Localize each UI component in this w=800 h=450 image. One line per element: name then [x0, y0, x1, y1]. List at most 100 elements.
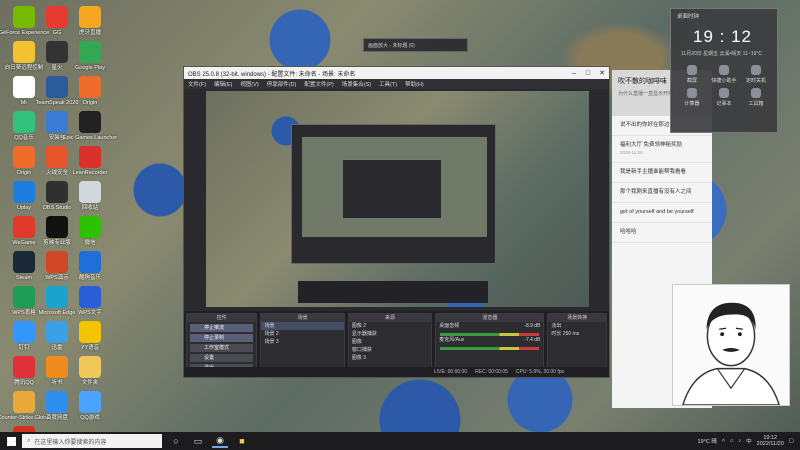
tray-arrow-icon[interactable]: ˄	[722, 438, 725, 444]
start-button[interactable]	[0, 432, 22, 450]
desktop-icon-label: 微信	[84, 240, 96, 246]
desktop-icon[interactable]: LeanRecorder	[70, 142, 110, 182]
duration-value[interactable]: 250 ms	[563, 331, 579, 337]
menu-item[interactable]: 文件(F)	[188, 80, 206, 88]
menu-item[interactable]: 帮助(H)	[405, 80, 424, 88]
control-button[interactable]: 停止推流	[190, 324, 254, 332]
taskbar-clock[interactable]: 19:12 2022/11/20	[757, 435, 784, 447]
maximize-icon[interactable]: □	[581, 70, 595, 77]
chat-message[interactable]: 那个我刚来直播有没有人之间	[612, 183, 712, 203]
desktop-icon-label: 迅雷	[51, 345, 63, 351]
menu-item[interactable]: 停靠部件(D)	[267, 80, 297, 88]
app-icon	[46, 111, 68, 133]
chat-message-text: 哈哈哈	[620, 229, 637, 235]
network-icon[interactable]: ⌂	[730, 438, 733, 444]
desktop-icon-label: WPS表格	[12, 310, 36, 316]
chat-message-meta: 2020-11-20	[620, 150, 643, 155]
desktop-icon[interactable]: 虎牙直播	[70, 2, 110, 42]
app-icon	[46, 6, 68, 28]
windows-logo-icon	[6, 436, 16, 446]
scene-item[interactable]: 场景	[261, 322, 344, 330]
desktop-icon[interactable]: QQ游戏	[70, 387, 110, 427]
source-item[interactable]: 显示器捕获	[349, 330, 431, 338]
chat-message[interactable]: 哈哈哈	[612, 223, 712, 243]
volume-icon[interactable]: ♪	[738, 438, 741, 444]
zoom-mini-label: 画面放大 - 未标题 (0)	[368, 43, 415, 49]
taskbar-search-box[interactable]: ⌕ 在这里输入你要搜索的内容	[22, 434, 162, 448]
clock-widget-tile[interactable]: 截屏	[677, 65, 707, 84]
obs-preview-canvas[interactable]	[206, 91, 589, 307]
clock-widget-tile[interactable]: 记事本	[709, 88, 739, 107]
desktop-icon[interactable]: Epic Games Launcher	[63, 107, 117, 147]
clock-date: 11月20日 星期五 云溪•晴天 11~19°C	[681, 51, 762, 57]
menu-item[interactable]: 场景集合(S)	[342, 80, 371, 88]
close-icon[interactable]: ✕	[595, 69, 609, 77]
source-item[interactable]: 图像 2	[349, 322, 431, 330]
app-icon	[79, 356, 101, 378]
notification-icon[interactable]: ▢	[789, 438, 794, 444]
app-icon	[46, 41, 68, 63]
obs-taskbar-icon[interactable]: ◉	[212, 434, 228, 448]
desktop-icon-label: Steam	[16, 275, 32, 281]
controls-dock-title: 控件	[187, 314, 257, 322]
menu-item[interactable]: 工具(T)	[379, 80, 397, 88]
scene-item[interactable]: 场景 3	[261, 338, 343, 346]
chat-message[interactable]: get of yourself and be yourself	[612, 203, 712, 223]
input-lang[interactable]: 中	[746, 437, 752, 445]
desktop-clock-widget[interactable]: 桌面时钟 19 : 12 11月20日 星期五 云溪•晴天 11~19°C 截屏…	[670, 8, 778, 133]
minimize-icon[interactable]: –	[567, 70, 581, 77]
app-icon	[13, 146, 35, 168]
obs-window[interactable]: OBS 25.0.8 (32-bit, windows) - 配置文件: 未命名…	[183, 66, 610, 378]
clock-widget-tile[interactable]: 定时关机	[741, 65, 771, 84]
clock-time: 19 : 12	[693, 27, 752, 46]
weather-widget[interactable]: 19°C 晴	[698, 437, 717, 445]
clock-widget-tile[interactable]: 计算器	[677, 88, 707, 107]
desktop-icon[interactable]: Origin	[70, 72, 110, 112]
scenes-dock: 场景 场景 场景 2 场景 3	[260, 313, 345, 375]
volume-meter[interactable]	[440, 347, 540, 350]
desktop-icon[interactable]: 酷狗音乐	[70, 247, 110, 287]
app-icon	[46, 76, 68, 98]
clock-widget-tile[interactable]: 快捷小助手	[709, 65, 739, 84]
chat-message[interactable]: 我是新手主播谁能帮我看看	[612, 163, 712, 183]
scene-item[interactable]: 场景 2	[261, 330, 343, 338]
app-icon	[79, 251, 101, 273]
desktop-icon-grid: GeForce Experience GG 虎牙直播 向日葵远程控制 星火 Google …	[0, 0, 135, 448]
clock-widget-tile[interactable]: 工具箱	[741, 88, 771, 107]
cortana-icon[interactable]: ○	[168, 434, 184, 448]
source-item[interactable]: 图像 3	[349, 354, 431, 362]
desktop-icon-label: WeGame	[12, 240, 36, 246]
desktop-icon[interactable]: 回收站	[70, 177, 110, 217]
menu-item[interactable]: 编辑(E)	[214, 80, 232, 88]
control-button[interactable]: 设置	[190, 354, 254, 362]
task-view-icon[interactable]: ▭	[190, 434, 206, 448]
file-explorer-icon[interactable]: ■	[234, 434, 250, 448]
desktop-icon[interactable]: 文件夹	[70, 352, 110, 392]
desktop-icon-label: 回收站	[81, 205, 99, 211]
source-item[interactable]: 图像	[349, 338, 431, 346]
desktop-icon-label: 百度网盘	[45, 415, 68, 421]
app-icon	[13, 41, 35, 63]
obs-titlebar[interactable]: OBS 25.0.8 (32-bit, windows) - 配置文件: 未命名…	[184, 67, 609, 79]
live-status: LIVE: 00:00:00	[434, 369, 468, 375]
transition-dock-title: 场景转换	[548, 314, 606, 322]
desktop-icon[interactable]: 微信	[70, 212, 110, 252]
menu-item[interactable]: 配置文件(P)	[304, 80, 333, 88]
app-icon	[79, 286, 101, 308]
desktop-icon[interactable]: YY语音	[70, 317, 110, 357]
scenes-dock-title: 场景	[261, 314, 344, 322]
source-item[interactable]: 窗口捕获	[349, 346, 431, 354]
duration-row: 时长 250 ms	[548, 330, 606, 338]
zoom-mini-window[interactable]: 画面放大 - 未标题 (0)	[363, 38, 468, 52]
app-icon	[13, 111, 35, 133]
control-button[interactable]: 工作室模式	[190, 344, 254, 352]
desktop-icon[interactable]: WPS文字	[70, 282, 110, 322]
mixer-channel-db: -8.9 dB	[524, 323, 541, 329]
nested-docks-strip	[298, 281, 488, 303]
control-button[interactable]: 停止录制	[190, 334, 254, 342]
menu-item[interactable]: 视图(V)	[240, 80, 258, 88]
app-icon	[79, 76, 101, 98]
chat-message[interactable]: 福利大厅 免费领神秘奖励 2020-11-20	[612, 136, 712, 163]
transition-type-select[interactable]: 淡出	[548, 322, 606, 330]
desktop-icon[interactable]: Google Play	[70, 37, 110, 77]
